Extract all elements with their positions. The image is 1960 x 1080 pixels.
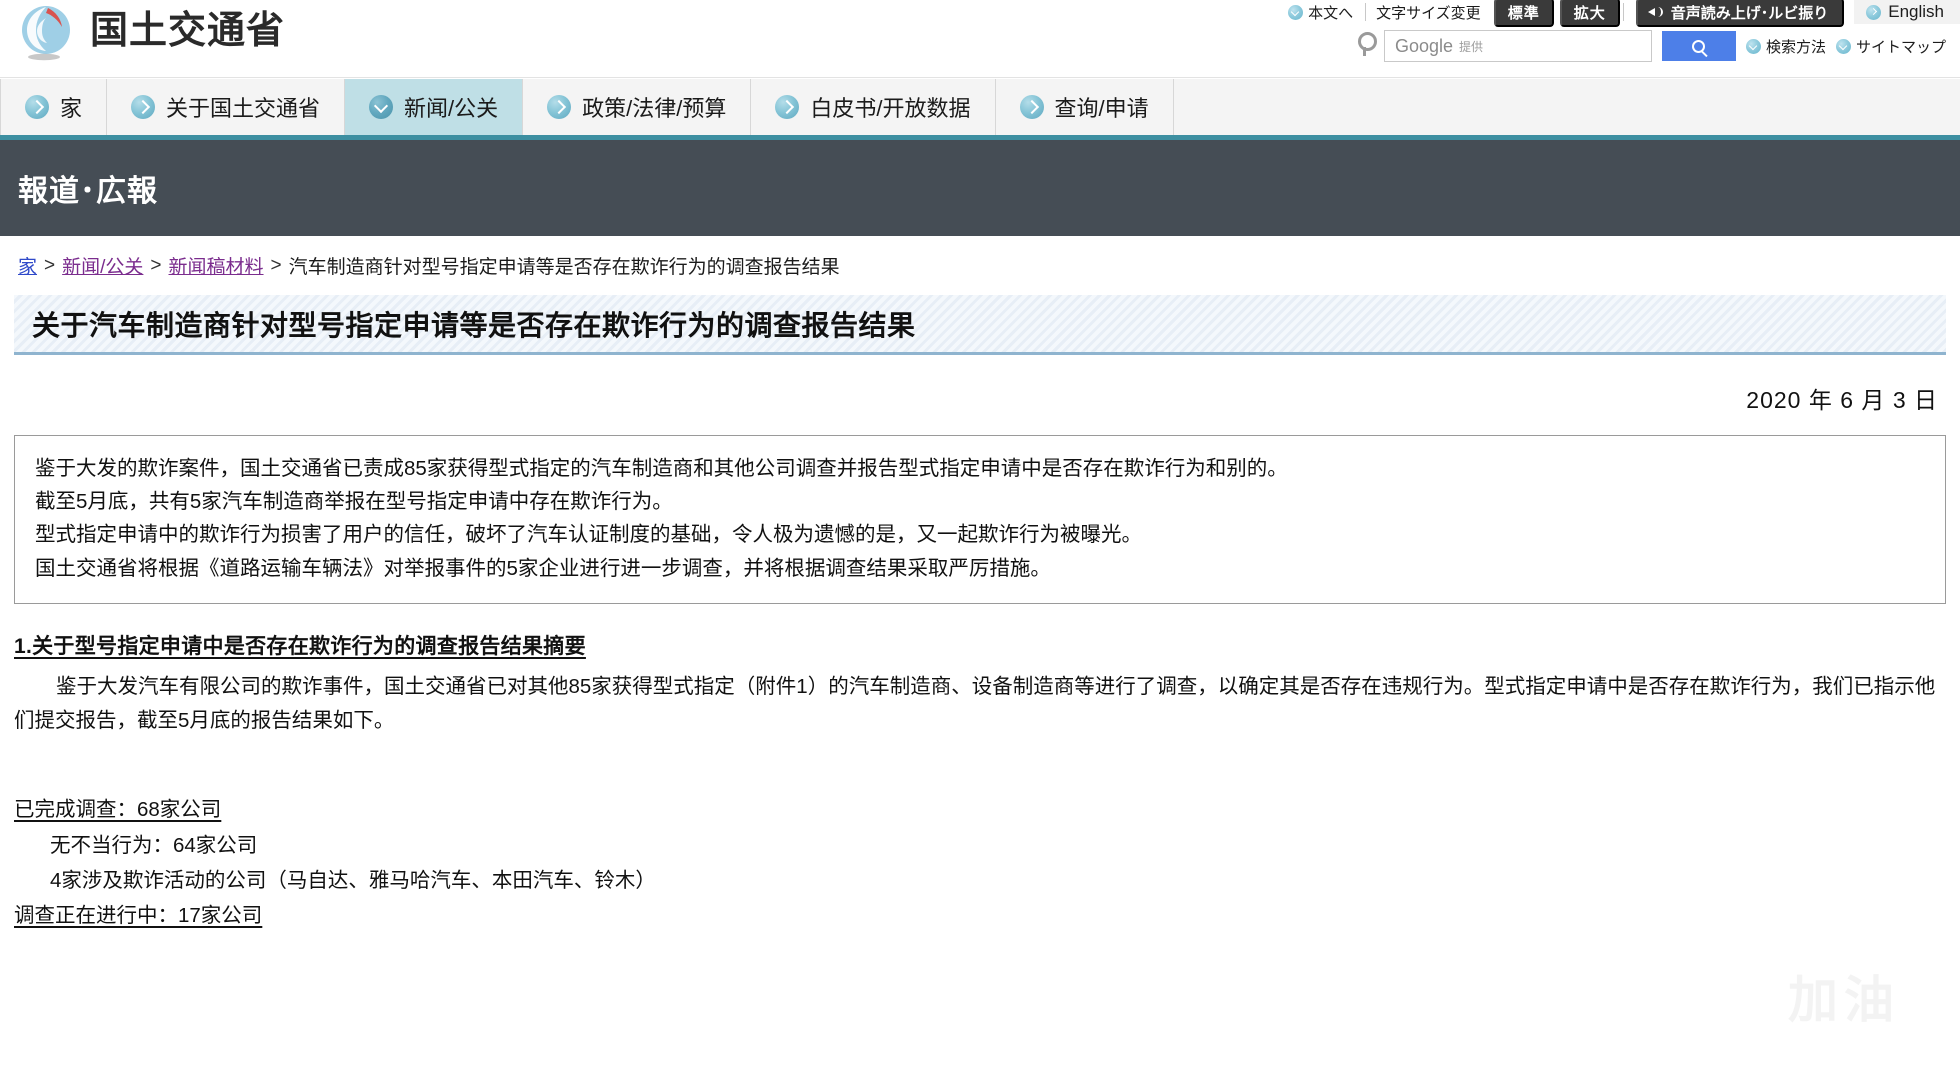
nav-item-inquiry[interactable]: 查询/申请 <box>996 79 1174 135</box>
section-1: 1.关于型号指定申请中是否存在欺诈行为的调查报告结果摘要 鉴于大发汽车有限公司的… <box>0 604 1960 934</box>
search-placeholder-main: Google <box>1394 35 1454 56</box>
fraud-companies-line: 4家涉及欺诈活动的公司（马自达、雅马哈汽车、本田汽车、铃木） <box>50 868 656 892</box>
nav-item-label: 家 <box>60 96 83 121</box>
chevron-right-circle-icon <box>1835 38 1851 54</box>
divider <box>1622 3 1624 21</box>
utility-bar: 本文へ 文字サイズ変更 標準 拡大 音声読み上げ･ルビ振り English <box>1276 0 1960 27</box>
chevron-circle-icon <box>25 95 49 119</box>
chevron-circle-icon <box>1019 95 1044 119</box>
summary-line: 国土交通省将根据《道路运输车辆法》对举报事件的5家企业进行进一步调查，并将根据调… <box>35 556 1051 580</box>
main-navigation: 家 关于国土交通省 新闻/公关 政策/法律/预算 白皮书/开放数据 查询/申请 <box>0 78 1960 140</box>
section-band-title: 報道･広報 <box>18 175 158 208</box>
section-1-heading: 1.关于型号指定申请中是否存在欺诈行为的调查报告结果摘要 <box>14 634 586 658</box>
nav-item-label: 政策/法律/预算 <box>582 96 727 121</box>
chevron-circle-icon <box>369 95 394 119</box>
watermark: 加油 <box>1788 972 1900 1028</box>
skip-to-content-label: 本文へ <box>1308 4 1354 22</box>
breadcrumb-item-news[interactable]: 新闻/公关 <box>62 252 143 279</box>
nav-item-home[interactable]: 家 <box>0 79 108 135</box>
breadcrumb-item-current: 汽车制造商针对型号指定申请等是否存在欺诈行为的调查报告结果 <box>288 257 840 278</box>
font-size-label: 文字サイズ変更 <box>1376 4 1481 22</box>
breadcrumb: 家 > 新闻/公关 > 新闻稿材料 > 汽车制造商针对型号指定申请等是否存在欺诈… <box>0 236 1960 291</box>
ongoing-investigations-heading: 调查正在进行中：17家公司 <box>14 904 263 928</box>
search-area: Google 提供 検索方法 サイトマップ <box>1357 30 1946 62</box>
search-input[interactable]: Google 提供 <box>1383 30 1652 62</box>
page-title: 关于汽车制造商针对型号指定申请等是否存在欺诈行为的调查报告结果 <box>32 309 916 341</box>
font-size-large-button[interactable]: 拡大 <box>1559 0 1620 27</box>
how-to-search-link[interactable]: 検索方法 <box>1745 36 1826 57</box>
summary-line: 截至5月底，共有5家汽车制造商举报在型号指定申请中存在欺诈行为。 <box>35 490 673 514</box>
chevron-circle-icon <box>775 95 800 119</box>
chevron-down-circle-icon <box>1288 4 1304 20</box>
chevron-right-circle-icon <box>1866 4 1882 20</box>
english-language-link[interactable]: English <box>1854 0 1960 24</box>
site-name: 国土交通省 <box>90 10 286 52</box>
summary-line: 鉴于大发的欺诈案件，国土交通省已责成85家获得型式指定的汽车制造商和其他公司调查… <box>35 457 1288 480</box>
breadcrumb-item-home[interactable]: 家 <box>18 252 37 279</box>
speaker-icon <box>1647 5 1664 19</box>
breadcrumb-separator: > <box>44 254 56 276</box>
nav-item-about[interactable]: 关于国土交通省 <box>107 79 346 135</box>
text-to-speech-button[interactable]: 音声読み上げ･ルビ振り <box>1635 0 1845 27</box>
page-title-banner: 关于汽车制造商针对型号指定申请等是否存在欺诈行为的调查报告结果 <box>14 295 1946 355</box>
breadcrumb-item-press-materials[interactable]: 新闻稿材料 <box>169 252 264 279</box>
section-band: 報道･広報 <box>0 140 1960 236</box>
no-misconduct-line: 无不当行为：64家公司 <box>50 833 258 857</box>
nav-item-label: 白皮书/开放数据 <box>810 96 971 121</box>
breadcrumb-separator: > <box>150 254 162 276</box>
skip-to-content-link[interactable]: 本文へ <box>1276 2 1365 23</box>
publish-date: 2020 年 6 月 3 日 <box>1746 387 1938 413</box>
chevron-right-circle-icon <box>1745 38 1761 54</box>
site-brand[interactable]: 国土交通省 <box>18 4 285 62</box>
sitemap-link[interactable]: サイトマップ <box>1835 36 1946 57</box>
site-header: 国土交通省 本文へ 文字サイズ変更 標準 拡大 音声読み上げ･ルビ振り Engl… <box>0 0 1960 78</box>
how-to-search-label: 検索方法 <box>1765 38 1826 56</box>
nav-item-news[interactable]: 新闻/公关 <box>345 79 524 135</box>
english-label: English <box>1888 2 1944 21</box>
person-icon <box>1357 31 1377 61</box>
summary-line: 型式指定申请中的欺诈行为损害了用户的信任，破坏了汽车认证制度的基础，令人极为遗憾… <box>35 523 1142 547</box>
search-icon <box>1692 39 1706 53</box>
chevron-circle-icon <box>131 95 156 119</box>
search-submit-button[interactable] <box>1661 31 1736 61</box>
font-size-standard-button[interactable]: 標準 <box>1493 0 1554 27</box>
mlit-swirl-logo-icon <box>18 4 76 62</box>
nav-filler <box>1174 79 1960 135</box>
nav-item-whitepaper[interactable]: 白皮书/开放数据 <box>751 79 996 135</box>
section-1-paragraph: 鉴于大发汽车有限公司的欺诈事件，国土交通省已对其他85家获得型式指定（附件1）的… <box>14 674 1936 732</box>
sitemap-label: サイトマップ <box>1855 38 1946 56</box>
breadcrumb-separator: > <box>270 254 282 276</box>
nav-item-label: 关于国土交通省 <box>166 96 321 121</box>
nav-item-label: 新闻/公关 <box>404 96 499 121</box>
text-to-speech-label: 音声読み上げ･ルビ振り <box>1670 4 1829 22</box>
completed-investigations-heading: 已完成调查：68家公司 <box>14 798 222 822</box>
chevron-circle-icon <box>547 95 572 119</box>
summary-box: 鉴于大发的欺诈案件，国土交通省已责成85家获得型式指定的汽车制造商和其他公司调查… <box>14 435 1946 604</box>
nav-item-policy[interactable]: 政策/法律/预算 <box>523 79 752 135</box>
search-placeholder-sub: 提供 <box>1459 39 1484 54</box>
nav-item-label: 查询/申请 <box>1054 96 1149 121</box>
